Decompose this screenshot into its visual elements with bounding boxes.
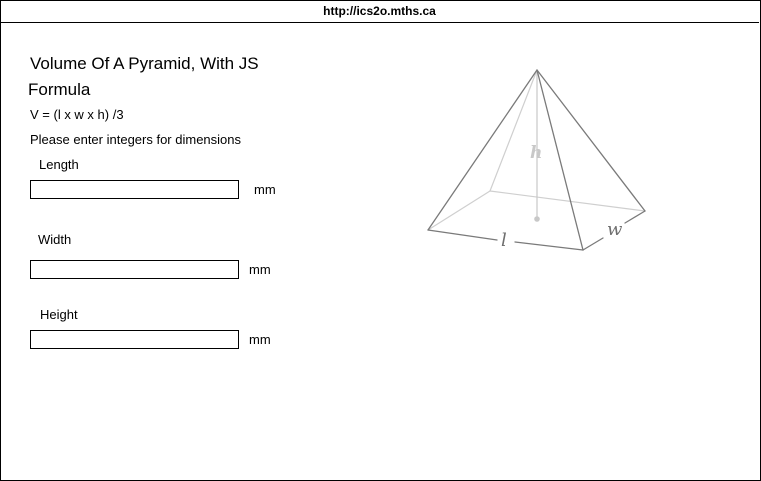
base-front-edge-left [427, 229, 498, 241]
height-label: Height [40, 307, 78, 322]
page-title: Volume Of A Pyramid, With JS [30, 54, 259, 73]
pyramid-edge-left [427, 69, 538, 231]
pyramid-base-back-right-edge [489, 190, 646, 212]
pyramid-back-edge [489, 69, 538, 192]
base-side-edge-lower [582, 237, 604, 251]
pyramid-diagram: h l w [427, 69, 646, 251]
length-label: Length [39, 157, 79, 172]
width-unit: mm [249, 262, 271, 277]
height-unit: mm [249, 332, 271, 347]
address-bar[interactable]: http://ics2o.mths.ca [0, 0, 759, 23]
page-title-line2: Formula [28, 80, 91, 99]
width-symbol: w [607, 219, 623, 240]
height-input[interactable] [30, 330, 239, 349]
length-symbol: l [501, 230, 507, 251]
height-symbol: h [530, 143, 542, 163]
length-unit: mm [254, 182, 276, 197]
formula-text: V = (l x w x h) /3 [30, 107, 124, 122]
instructions-text: Please enter integers for dimensions [30, 132, 242, 147]
base-side-edge-upper [624, 210, 646, 224]
pyramid-edge-right [536, 69, 646, 212]
pyramid-edge-front [536, 69, 584, 251]
width-label: Width [38, 232, 72, 247]
base-center-point [534, 216, 540, 222]
base-front-edge-right [514, 241, 584, 251]
length-input[interactable] [30, 180, 239, 199]
pyramid-base-back-left-edge [427, 190, 491, 231]
width-input[interactable] [30, 260, 239, 279]
